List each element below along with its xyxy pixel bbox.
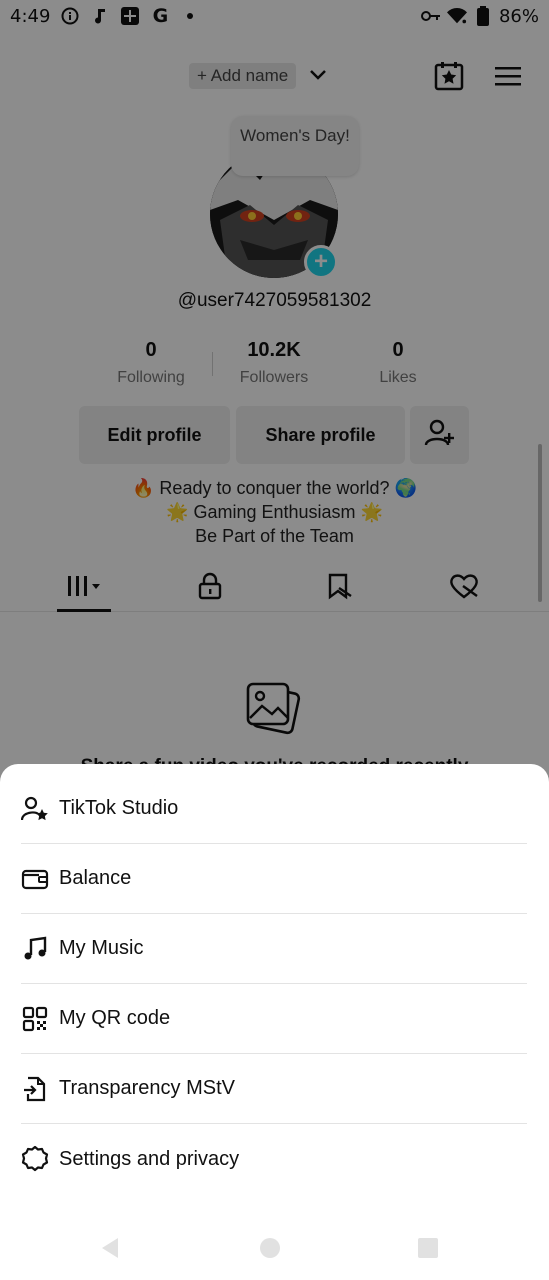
menu-item-label: TikTok Studio [59,797,179,819]
menu-item-balance[interactable]: Balance [21,844,527,914]
menu-item-label: Transparency MStV [59,1077,235,1099]
menu-item-transparency[interactable]: Transparency MStV [21,1054,527,1124]
wallet-icon [21,865,49,893]
menu-item-label: Settings and privacy [59,1147,240,1170]
menu-item-label: My Music [59,937,144,959]
gear-icon [21,1145,49,1173]
back-nav-icon[interactable] [98,1236,122,1260]
menu-item-my-music[interactable]: My Music [21,914,527,984]
menu-item-settings-privacy[interactable]: Settings and privacy [21,1124,527,1194]
music-note-icon [21,935,49,963]
recents-nav-icon[interactable] [416,1236,440,1260]
person-star-icon [21,795,49,823]
menu-item-label: Balance [59,867,132,889]
home-nav-icon[interactable] [258,1236,282,1260]
menu-item-label: My QR code [59,1007,171,1029]
qr-code-icon [21,1005,49,1033]
menu-item-qr-code[interactable]: My QR code [21,984,527,1054]
profile-menu-sheet: TikTok Studio Balance My Music My QR cod… [0,764,549,1280]
document-export-icon [21,1075,49,1103]
system-nav-bar [0,1224,549,1272]
menu-item-tiktok-studio[interactable]: TikTok Studio [21,774,527,844]
